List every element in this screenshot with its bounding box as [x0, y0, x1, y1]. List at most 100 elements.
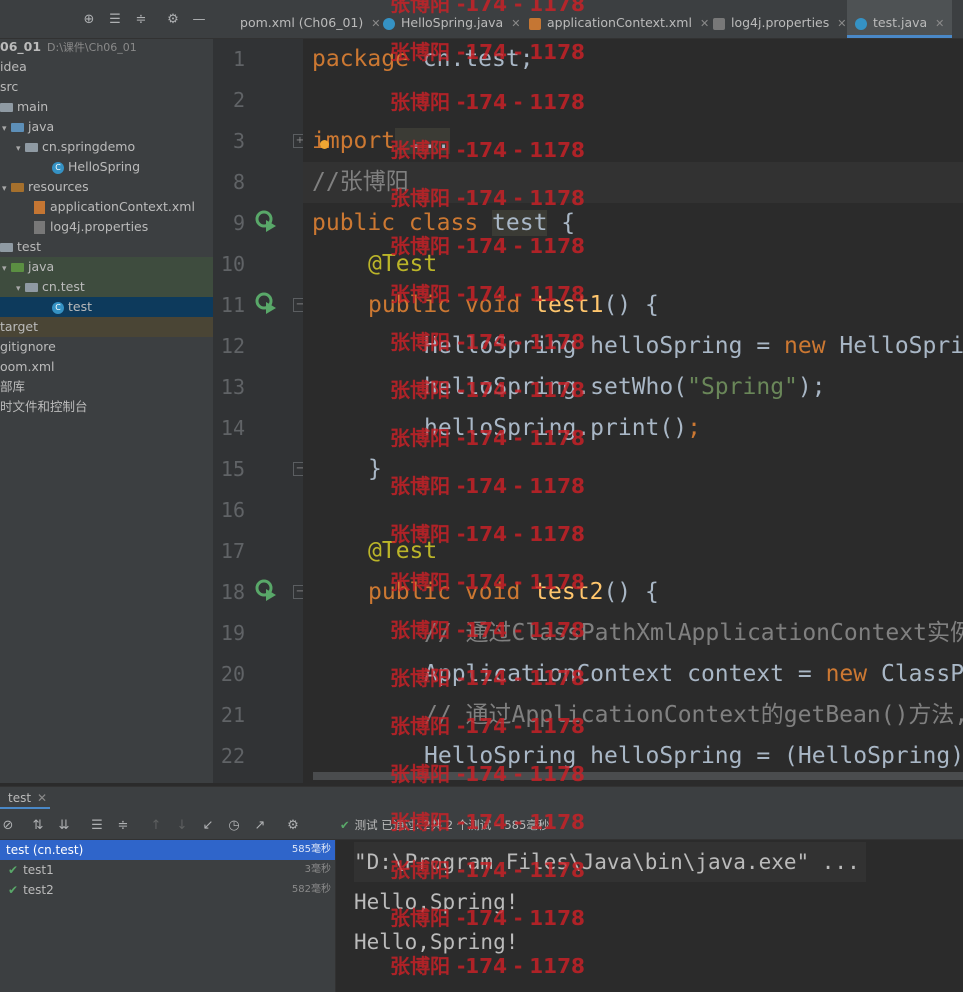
expand-all-icon[interactable]: ☰	[108, 13, 122, 27]
test-results-tree: test (cn.test) 585毫秒 ✔ test1 3毫秒 ✔ test2 582毫…	[0, 840, 336, 992]
import-tests-icon[interactable]: ↙	[200, 818, 216, 834]
test-row-test2[interactable]: ✔ test2 582毫秒	[0, 880, 335, 900]
line-number: 14	[220, 416, 245, 440]
tree-item-gitignore[interactable]: gitignore	[0, 337, 213, 357]
chevron-down-icon[interactable]: ▾	[2, 119, 11, 139]
line-number: 12	[220, 334, 245, 358]
chevron-down-icon[interactable]: ▾	[16, 139, 25, 159]
tab-pom-xml[interactable]: mpom.xml (Ch06_01)✕	[221, 0, 380, 38]
tree-item-external-libraries[interactable]: 部库	[0, 377, 213, 397]
project-root-path: D:\课件\Ch06_01	[47, 41, 137, 54]
expand-all-icon[interactable]: ☰	[89, 818, 105, 834]
line-number: 18	[220, 580, 245, 604]
check-icon: ✔	[340, 818, 350, 832]
tree-root[interactable]: 06_01 D:\课件\Ch06_01	[0, 37, 213, 57]
gear-icon[interactable]: ⚙	[285, 818, 301, 834]
lightbulb-icon[interactable]	[320, 140, 329, 149]
tree-item-test-java[interactable]: ▾ java	[0, 257, 213, 277]
tree-item-cn-springdemo[interactable]: ▾ cn.springdemo	[0, 137, 213, 157]
tab-hellospring[interactable]: HelloSpring.java ✕	[383, 0, 520, 38]
code-line-17: @Test	[368, 538, 438, 564]
line-number: 22	[220, 744, 245, 768]
check-icon: ✔	[8, 863, 19, 877]
run-panel-header	[0, 786, 963, 811]
stop-icon[interactable]: ⊘	[0, 818, 16, 834]
line-number: 15	[220, 457, 245, 481]
tree-item-test-class[interactable]: Ctest	[0, 297, 213, 317]
line-number: 17	[220, 539, 245, 563]
code-line-19: // 通过ClassPathXmlApplicationContext实例	[424, 620, 963, 646]
code-line-11: public void test1() {	[368, 292, 659, 318]
tree-item-target[interactable]: target	[0, 317, 213, 337]
tree-item-log4j[interactable]: log4j.properties	[0, 217, 213, 237]
editor-horizontal-scrollbar[interactable]	[313, 772, 963, 780]
folder-icon	[0, 103, 13, 112]
collapse-all-icon[interactable]: ≑	[134, 13, 148, 27]
tree-item-idea[interactable]: idea	[0, 57, 213, 77]
project-root-label: 06_01	[0, 39, 42, 54]
sort-duration-icon[interactable]: ⇊	[56, 818, 72, 834]
tree-item-pom[interactable]: oom.xml	[0, 357, 213, 377]
close-icon[interactable]: ✕	[511, 17, 520, 30]
code-line-22: HelloSpring helloSpring = (HelloSpring)	[424, 743, 963, 769]
test-folder-icon	[11, 263, 24, 272]
test-row-root[interactable]: test (cn.test) 585毫秒	[0, 840, 335, 860]
line-number: 21	[220, 703, 245, 727]
close-icon[interactable]: ✕	[837, 17, 846, 30]
close-icon[interactable]: ✕	[371, 17, 380, 30]
chevron-down-icon[interactable]: ▾	[2, 259, 11, 279]
line-number: 16	[220, 498, 245, 522]
editor-tab-bar: mpom.xml (Ch06_01)✕ HelloSpring.java✕ ap…	[213, 0, 963, 39]
line-number: 8	[232, 170, 245, 194]
tree-item-scratches[interactable]: 时文件和控制台	[0, 397, 213, 417]
chevron-down-icon[interactable]: ▾	[2, 179, 11, 199]
close-icon[interactable]: ✕	[935, 17, 944, 30]
source-folder-icon	[11, 123, 24, 132]
console-line: Hello,Spring!	[354, 890, 519, 914]
arrow-up-icon[interactable]: ↑	[148, 818, 164, 834]
xml-icon	[34, 201, 45, 214]
line-number: 1	[232, 47, 245, 71]
tree-item-main[interactable]: main	[0, 97, 213, 117]
class-icon	[383, 17, 395, 30]
gear-icon[interactable]: ⚙	[166, 13, 180, 27]
code-line-3: import ...	[312, 128, 451, 154]
tree-item-resources[interactable]: ▾ resources	[0, 177, 213, 197]
run-test-icon[interactable]	[254, 578, 278, 602]
run-tab-underline	[0, 807, 50, 809]
history-icon[interactable]: ◷	[226, 818, 242, 834]
close-icon[interactable]: ✕	[700, 17, 709, 30]
tree-item-hellospring[interactable]: C HelloSpring	[0, 157, 213, 177]
code-line-14: helloSpring.print();	[424, 415, 701, 441]
tree-item-test[interactable]: test	[0, 237, 213, 257]
collapse-all-icon[interactable]: ≑	[115, 818, 131, 834]
tree-item-cn-test[interactable]: ▾ cn.test	[0, 277, 213, 297]
code-line-8: //张博阳	[303, 162, 963, 203]
run-test-icon[interactable]	[254, 209, 278, 233]
package-icon	[25, 143, 38, 152]
resources-folder-icon	[11, 183, 24, 192]
line-number: 19	[220, 621, 245, 645]
code-line-15: }	[368, 456, 382, 482]
tab-log4j[interactable]: log4j.properties ✕	[713, 0, 846, 38]
arrow-down-icon[interactable]: ↓	[174, 818, 190, 834]
locate-icon[interactable]: ⊕	[82, 13, 96, 27]
project-panel: ⊕ ☰ ≑ ⚙ — 06_01 D:\课件\Ch06_01 idea src ma…	[0, 0, 213, 783]
sort-alpha-icon[interactable]: ⇅	[30, 818, 46, 834]
tab-applicationcontext[interactable]: applicationContext.xml ✕	[529, 0, 709, 38]
run-test-icon[interactable]	[254, 291, 278, 315]
tree-item-main-java[interactable]: ▾ java	[0, 117, 213, 137]
test-row-test1[interactable]: ✔ test1 3毫秒	[0, 860, 335, 880]
tree-item-src[interactable]: src	[0, 77, 213, 97]
line-number: 10	[220, 252, 245, 276]
minimize-icon[interactable]: —	[192, 13, 206, 27]
console-output[interactable]: "D:\Program Files\Java\bin\java.exe" ...…	[336, 840, 963, 992]
line-number: 3	[232, 129, 245, 153]
close-icon[interactable]: ✕	[37, 791, 47, 805]
export-icon[interactable]: ↗	[252, 818, 268, 834]
tab-test-java[interactable]: test.java ✕	[847, 0, 953, 38]
tree-item-applicationcontext[interactable]: applicationContext.xml	[0, 197, 213, 217]
code-line-12: HelloSpring helloSpring = new HelloSpri	[424, 333, 963, 359]
code-editor[interactable]: package cn.test; import ... //张博阳 public…	[303, 39, 963, 772]
chevron-down-icon[interactable]: ▾	[16, 279, 25, 299]
